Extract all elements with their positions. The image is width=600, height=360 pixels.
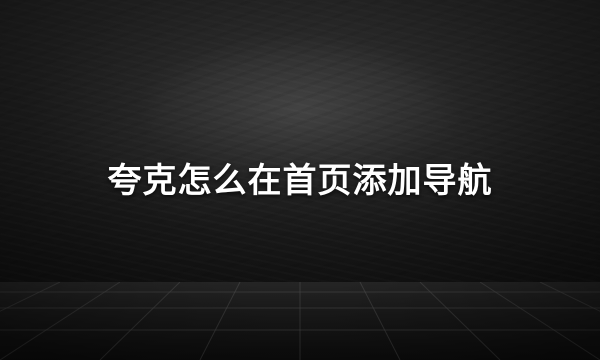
- dark-wall-background: 夸克怎么在首页添加导航: [0, 0, 600, 360]
- wall-texture: [0, 0, 600, 285]
- floor-tile-lines: [0, 282, 600, 360]
- tiled-floor: [0, 282, 600, 360]
- headline-title: 夸克怎么在首页添加导航: [107, 161, 493, 201]
